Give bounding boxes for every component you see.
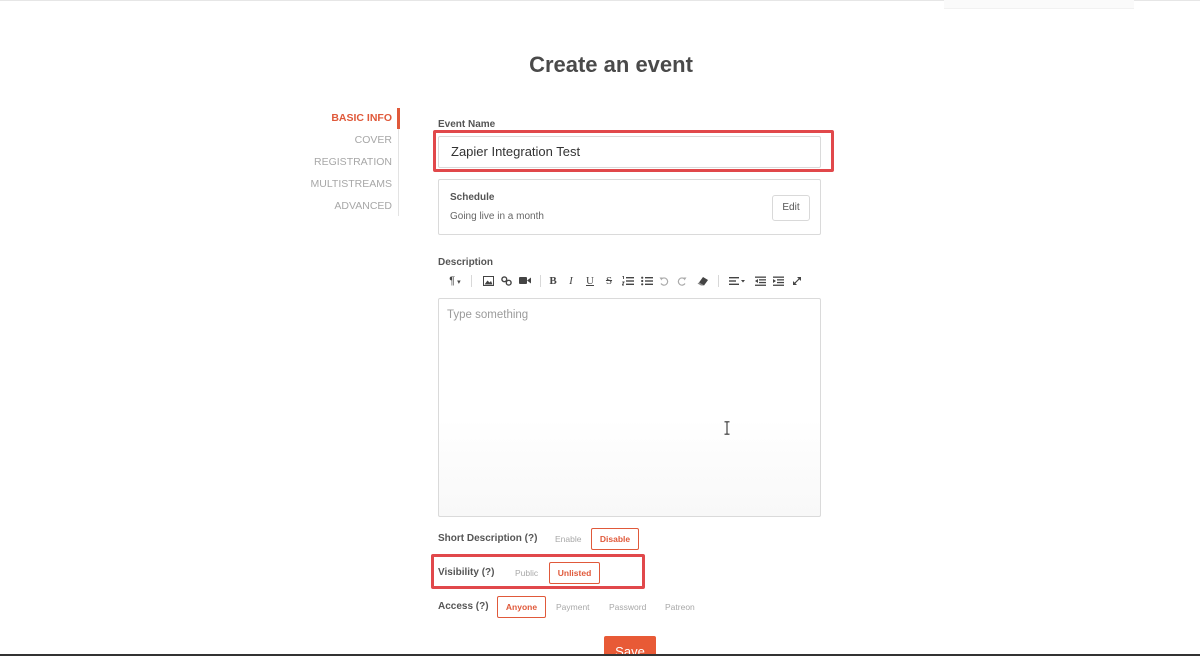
access-password-option[interactable]: Password bbox=[609, 596, 646, 618]
text-cursor-icon bbox=[724, 421, 730, 435]
strikethrough-button[interactable]: S bbox=[602, 273, 616, 289]
schedule-card: Schedule Going live in a month Edit bbox=[438, 179, 821, 235]
schedule-subtitle: Going live in a month bbox=[450, 211, 544, 222]
image-icon bbox=[482, 276, 494, 286]
short-description-label: Short Description (?) bbox=[438, 533, 538, 544]
redo-icon bbox=[677, 277, 687, 286]
bullet-list-button[interactable] bbox=[639, 273, 655, 289]
bullet-list-icon bbox=[641, 276, 653, 286]
italic-button[interactable]: I bbox=[564, 273, 578, 289]
event-name-label: Event Name bbox=[438, 119, 496, 130]
toolbar-divider bbox=[471, 275, 472, 287]
toolbar-divider bbox=[718, 275, 719, 287]
access-patreon-option[interactable]: Patreon bbox=[665, 596, 695, 618]
bold-button[interactable]: B bbox=[546, 273, 560, 289]
insert-video-button[interactable] bbox=[517, 273, 533, 289]
align-button[interactable] bbox=[726, 273, 748, 289]
clear-formatting-button[interactable] bbox=[695, 273, 711, 289]
schedule-title: Schedule bbox=[450, 192, 495, 203]
nav-item-cover[interactable]: COVER bbox=[282, 134, 392, 146]
paragraph-format-button[interactable]: ¶ ▾ bbox=[444, 273, 466, 289]
nav-item-multistreams[interactable]: MULTISTREAMS bbox=[282, 178, 392, 190]
link-icon bbox=[500, 276, 512, 286]
nav-item-basic-info[interactable]: BASIC INFO bbox=[282, 112, 392, 124]
expand-icon bbox=[793, 277, 801, 285]
indent-icon bbox=[772, 276, 784, 286]
indent-button[interactable] bbox=[771, 273, 785, 289]
ordered-list-icon bbox=[622, 276, 634, 286]
access-anyone-option[interactable]: Anyone bbox=[497, 596, 546, 618]
ordered-list-button[interactable] bbox=[620, 273, 636, 289]
undo-icon bbox=[659, 277, 669, 286]
top-dropdown-edge bbox=[944, 0, 1134, 9]
access-payment-option[interactable]: Payment bbox=[556, 596, 590, 618]
description-label: Description bbox=[438, 257, 494, 268]
video-icon bbox=[519, 277, 531, 284]
insert-image-button[interactable] bbox=[480, 273, 496, 289]
schedule-edit-button[interactable]: Edit bbox=[772, 195, 810, 221]
nav-item-advanced[interactable]: ADVANCED bbox=[282, 200, 392, 212]
description-placeholder: Type something bbox=[447, 309, 529, 321]
description-editor[interactable]: Type something bbox=[438, 298, 821, 517]
short-description-enable-option[interactable]: Enable bbox=[555, 528, 581, 550]
fullscreen-button[interactable] bbox=[790, 273, 804, 289]
outdent-button[interactable] bbox=[753, 273, 767, 289]
access-label: Access (?) bbox=[438, 601, 489, 612]
toolbar-divider bbox=[540, 275, 541, 287]
underline-button[interactable]: U bbox=[583, 273, 597, 289]
insert-link-button[interactable] bbox=[498, 273, 514, 289]
save-button[interactable]: Save bbox=[604, 636, 656, 656]
align-left-icon bbox=[729, 277, 745, 285]
page-title: Create an event bbox=[529, 52, 693, 77]
outdent-icon bbox=[754, 276, 766, 286]
event-name-highlight bbox=[433, 130, 834, 172]
undo-button[interactable] bbox=[657, 273, 671, 289]
eraser-icon bbox=[697, 277, 708, 286]
nav-item-registration[interactable]: REGISTRATION bbox=[282, 156, 392, 168]
redo-button[interactable] bbox=[675, 273, 689, 289]
side-nav-active-indicator bbox=[397, 108, 400, 129]
short-description-disable-option[interactable]: Disable bbox=[591, 528, 639, 550]
visibility-highlight bbox=[431, 554, 645, 589]
